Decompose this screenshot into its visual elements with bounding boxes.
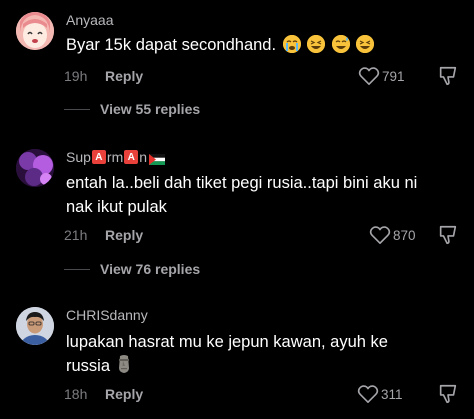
comment-text: entah la..beli dah tiket pegi rusia..tap…: [66, 174, 418, 216]
person-avatar-icon: [16, 307, 54, 345]
anime-avatar-icon: [16, 12, 54, 50]
view-replies-button[interactable]: View 76 replies: [64, 261, 200, 277]
loudly-crying-face-icon: [282, 35, 301, 53]
username-part: rm: [106, 149, 124, 165]
avatar[interactable]: [16, 12, 54, 50]
grinning-sweat-face-icon: [331, 35, 350, 53]
username-part: n: [139, 149, 148, 165]
reply-button[interactable]: Reply: [105, 386, 143, 402]
comment-username[interactable]: CHRISdanny: [66, 307, 148, 323]
a-button-emoji-icon: A: [124, 150, 139, 164]
heart-icon: [357, 385, 379, 403]
like-button[interactable]: 311: [357, 384, 403, 404]
comment-text-body: Byar 15k dapat secondhand.: [66, 36, 277, 54]
view-replies-button[interactable]: View 55 replies: [64, 101, 200, 117]
comment-meta: 19h Reply 791: [64, 65, 464, 90]
like-button[interactable]: 791: [358, 66, 405, 86]
dislike-button[interactable]: [437, 224, 459, 249]
heart-icon: [358, 67, 380, 85]
comment-meta: 18h Reply 311: [64, 383, 464, 408]
palestine-flag-icon: [149, 152, 166, 165]
comment-time: 21h: [64, 227, 88, 243]
avatar[interactable]: [16, 149, 54, 187]
avatar[interactable]: [16, 307, 54, 345]
comment-time: 19h: [64, 68, 88, 84]
dislike-icon: [439, 384, 457, 404]
a-button-emoji-icon: A: [91, 150, 106, 164]
heart-icon: [369, 226, 391, 244]
reply-button[interactable]: Reply: [105, 68, 143, 84]
comment-meta: 21h Reply 870: [64, 224, 464, 249]
comment-username[interactable]: Sup A rm A n: [66, 149, 166, 165]
username-part: Sup: [66, 149, 91, 165]
comment-text: Byar 15k dapat secondhand.: [66, 33, 456, 57]
comment-text-body: lupakan hasrat mu ke jepun kawan, ayuh k…: [66, 333, 388, 375]
view-replies-label: View 76 replies: [100, 261, 201, 277]
replies-divider: [64, 268, 90, 270]
comment-username[interactable]: Anyaaa: [66, 12, 113, 28]
reply-button[interactable]: Reply: [105, 227, 143, 243]
grinning-squinting-face-icon: [307, 35, 326, 53]
view-replies-label: View 55 replies: [100, 101, 201, 117]
grinning-squinting-face-icon: [356, 35, 375, 53]
like-button[interactable]: 870: [369, 225, 416, 245]
like-count: 870: [393, 227, 416, 243]
comment-time: 18h: [64, 386, 88, 402]
moai-icon: [117, 354, 131, 381]
dislike-button[interactable]: [437, 65, 459, 90]
dislike-icon: [439, 225, 457, 245]
comment-text: lupakan hasrat mu ke jepun kawan, ayuh k…: [66, 330, 436, 381]
replies-divider: [64, 108, 90, 110]
dislike-button[interactable]: [437, 383, 459, 408]
like-count: 791: [382, 68, 405, 84]
dislike-icon: [439, 66, 457, 86]
like-count: 311: [381, 386, 403, 402]
purple-avatar-icon: [16, 149, 54, 187]
